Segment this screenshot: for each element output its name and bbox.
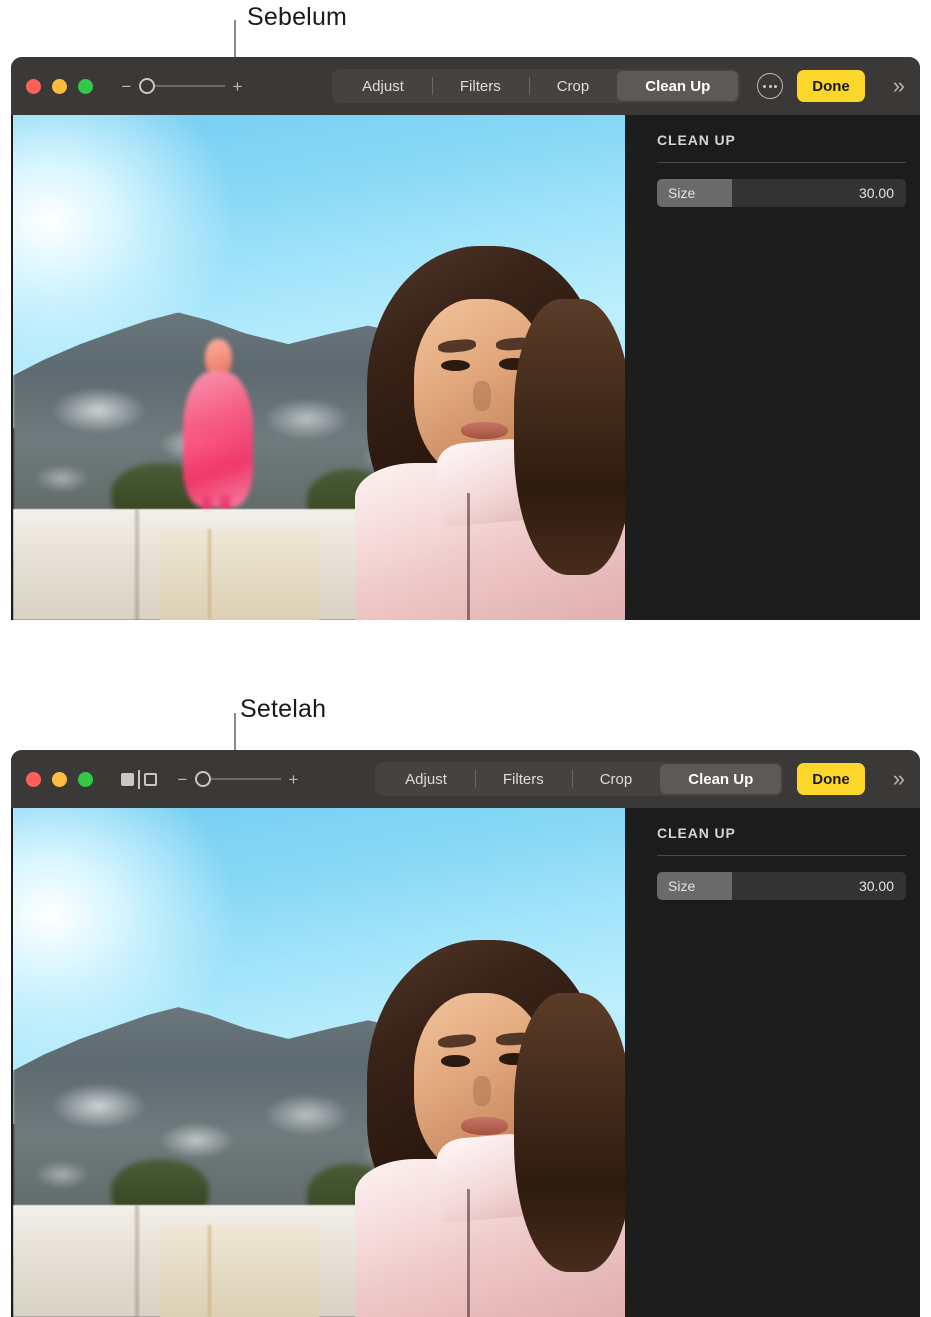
minimize-window-button[interactable]	[52, 78, 67, 94]
window-body-after: CLEAN UP Size 30.00	[11, 808, 920, 1317]
subject-nose	[472, 1075, 491, 1107]
toolbar-before: − + Adjust Filters Crop Clean Up Done »	[11, 57, 920, 115]
size-slider[interactable]: Size 30.00	[657, 872, 906, 900]
compare-original-icon[interactable]	[121, 769, 157, 789]
tab-adjust[interactable]: Adjust	[334, 71, 432, 101]
clean-up-sidebar-before: CLEAN UP Size 30.00	[625, 115, 920, 620]
photo-image-before	[13, 115, 625, 620]
panel-title: CLEAN UP	[657, 825, 736, 841]
compare-divider	[138, 769, 140, 789]
done-button[interactable]: Done	[797, 70, 865, 102]
zoom-slider[interactable]: − +	[177, 771, 299, 788]
wall-block	[159, 529, 319, 620]
subject-lips	[461, 421, 509, 440]
zoom-in-icon[interactable]: +	[288, 771, 299, 788]
edit-mode-tabs: Adjust Filters Crop Clean Up	[375, 762, 784, 796]
maximize-window-button[interactable]	[78, 771, 93, 787]
panel-divider	[657, 855, 906, 856]
portrait-subject	[350, 246, 625, 620]
wall-block	[159, 1225, 319, 1317]
window-body-before: CLEAN UP Size 30.00	[11, 115, 920, 620]
chevron-double-right-icon[interactable]: »	[893, 75, 905, 97]
done-button[interactable]: Done	[797, 763, 865, 795]
tab-clean-up[interactable]: Clean Up	[617, 71, 739, 101]
photo-canvas-before[interactable]	[13, 115, 625, 620]
wall-gap	[135, 1205, 140, 1317]
subject-lips	[461, 1117, 509, 1135]
photos-editor-window-before: − + Adjust Filters Crop Clean Up Done »	[11, 57, 920, 620]
clean-up-sidebar-after: CLEAN UP Size 30.00	[625, 808, 920, 1317]
subject-hair-right	[514, 993, 625, 1272]
edit-mode-tabs: Adjust Filters Crop Clean Up	[332, 69, 741, 103]
wall-gap	[135, 508, 140, 620]
photo-canvas-after[interactable]	[13, 808, 625, 1317]
toolbar-after: − + Adjust Filters Crop Clean Up Done »	[11, 750, 920, 808]
size-slider-value[interactable]: 30.00	[859, 185, 906, 201]
traffic-lights	[26, 771, 93, 787]
photo-image-after	[13, 808, 625, 1317]
tab-crop[interactable]: Crop	[528, 71, 618, 101]
tab-filters[interactable]: Filters	[431, 71, 529, 101]
size-slider-label: Size	[668, 185, 696, 201]
tab-filters[interactable]: Filters	[474, 764, 572, 794]
zoom-slider-knob[interactable]	[195, 771, 211, 787]
tab-clean-up[interactable]: Clean Up	[660, 764, 782, 794]
callout-label-after: Setelah	[240, 695, 327, 723]
zoom-slider-knob[interactable]	[139, 78, 155, 94]
panel-title: CLEAN UP	[657, 132, 736, 148]
maximize-window-button[interactable]	[78, 78, 93, 94]
size-slider[interactable]: Size 30.00	[657, 179, 906, 207]
zoom-in-icon[interactable]: +	[232, 78, 243, 95]
close-window-button[interactable]	[26, 78, 41, 94]
callout-label-before: Sebelum	[247, 3, 348, 31]
zoom-out-icon[interactable]: −	[121, 78, 132, 95]
compare-filled-square	[121, 772, 134, 786]
zoom-slider-rail	[146, 85, 225, 87]
traffic-lights	[26, 78, 93, 94]
photos-editor-window-after: − + Adjust Filters Crop Clean Up Done »	[11, 750, 920, 1317]
subject-eye	[440, 1055, 471, 1067]
zoom-slider-track[interactable]	[139, 78, 225, 94]
subject-zipper	[467, 1188, 471, 1317]
panel-divider	[657, 162, 906, 163]
tab-adjust[interactable]: Adjust	[377, 764, 475, 794]
background-person-coat	[183, 371, 253, 507]
close-window-button[interactable]	[26, 771, 41, 787]
size-slider-value[interactable]: 30.00	[859, 878, 906, 894]
portrait-subject	[350, 940, 625, 1317]
subject-nose	[472, 380, 491, 411]
subject-hair-right	[514, 298, 625, 576]
minimize-window-button[interactable]	[52, 771, 67, 787]
size-slider-label: Size	[668, 878, 696, 894]
zoom-slider-track[interactable]	[195, 771, 281, 787]
zoom-slider-rail	[202, 778, 281, 780]
tab-crop[interactable]: Crop	[571, 764, 661, 794]
ellipsis-glyph	[763, 84, 778, 88]
subject-zipper	[467, 492, 471, 620]
page-root: Sebelum Setelah − + Adjust Filters Crop …	[0, 0, 931, 1317]
zoom-out-icon[interactable]: −	[177, 771, 188, 788]
zoom-slider[interactable]: − +	[121, 78, 243, 95]
more-options-icon[interactable]	[757, 73, 784, 99]
chevron-double-right-icon[interactable]: »	[893, 768, 905, 790]
compare-outline-square	[144, 772, 157, 786]
